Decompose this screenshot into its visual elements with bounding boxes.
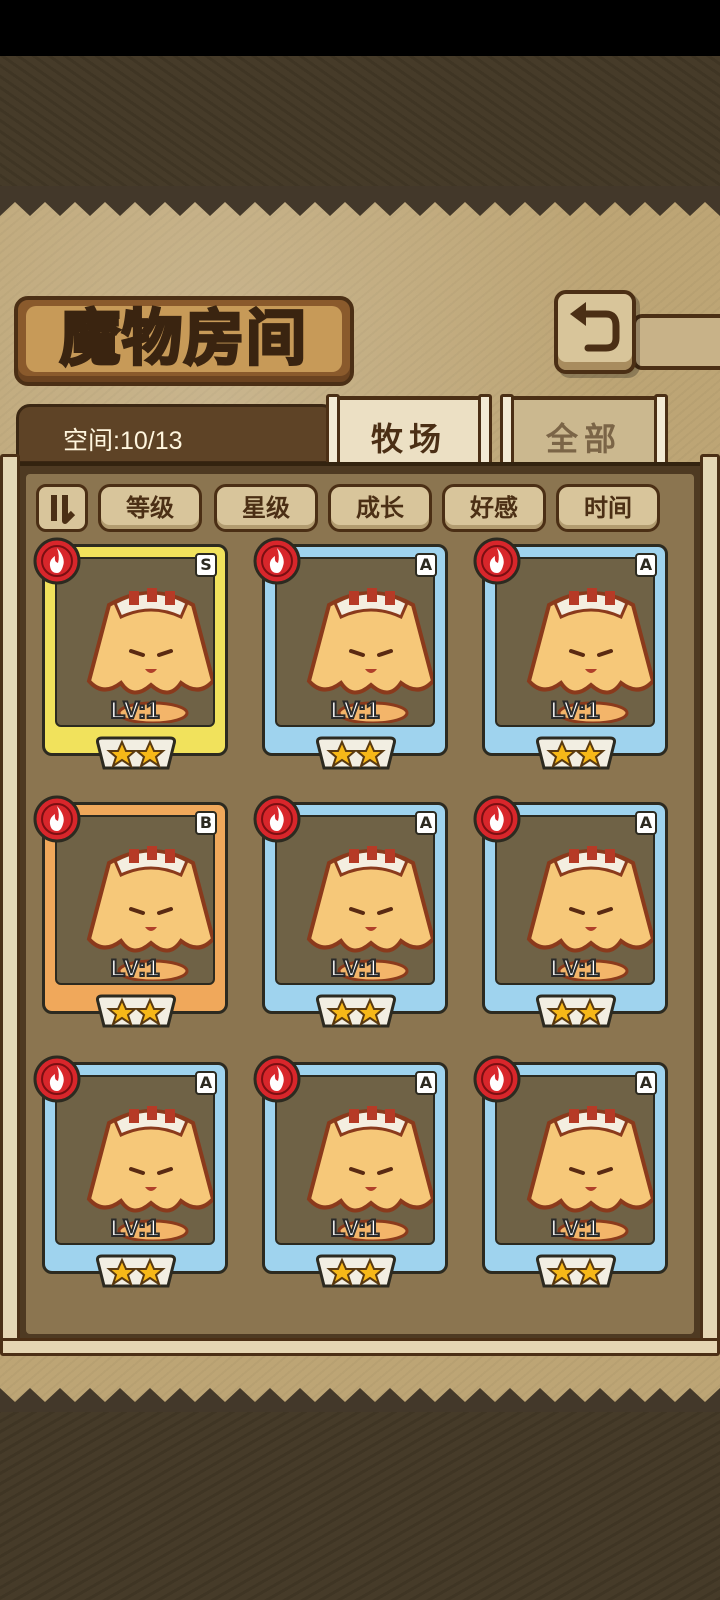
sort-by-growth-button[interactable]: 成长 — [328, 484, 432, 532]
star-rating — [536, 736, 616, 770]
fire-icon — [253, 537, 301, 585]
monster-card[interactable]: A LV:1 — [253, 537, 448, 778]
page-title: 魔物房间 — [59, 303, 308, 376]
sort-by-level-button[interactable]: 等级 — [98, 484, 202, 532]
rank-badge: B — [195, 811, 217, 835]
rail-right — [700, 454, 720, 1350]
level-label: LV:1 — [550, 696, 601, 725]
monster-card[interactable]: A LV:1 — [33, 1055, 228, 1296]
rank-badge: A — [415, 811, 437, 835]
level-label: LV:1 — [330, 1214, 381, 1243]
back-button[interactable] — [554, 290, 636, 374]
return-arrow-icon — [570, 302, 620, 352]
monster-card[interactable]: A LV:1 — [473, 795, 668, 1036]
monster-card[interactable]: A LV:1 — [253, 795, 448, 1036]
capacity-bar: 空间:10/13 — [16, 404, 336, 464]
map-background-top — [0, 56, 720, 188]
fire-icon — [33, 1055, 81, 1103]
tab-ranch[interactable]: 牧场 — [326, 394, 492, 470]
rank-badge: A — [195, 1071, 217, 1095]
monster-card[interactable]: S LV:1 — [33, 537, 228, 778]
tab-ranch-label: 牧场 — [370, 420, 447, 458]
level-label: LV:1 — [110, 1214, 161, 1243]
level-label: LV:1 — [330, 954, 381, 983]
sort-by-time-button[interactable]: 时间 — [556, 484, 660, 532]
rank-badge: A — [635, 553, 657, 577]
fire-icon — [253, 1055, 301, 1103]
rank-badge: A — [415, 553, 437, 577]
back-rail — [632, 314, 720, 370]
monster-card[interactable]: A LV:1 — [253, 1055, 448, 1296]
star-rating — [536, 994, 616, 1028]
torn-edge-top — [0, 186, 720, 216]
rank-badge: A — [415, 1071, 437, 1095]
star-rating — [316, 736, 396, 770]
level-label: LV:1 — [550, 1214, 601, 1243]
star-rating — [96, 1254, 176, 1288]
tab-all-label: 全部 — [545, 420, 622, 458]
fire-icon — [473, 1055, 521, 1103]
level-label: LV:1 — [330, 696, 381, 725]
capacity-text: 空间:10/13 — [63, 427, 183, 455]
star-rating — [96, 994, 176, 1028]
sort-order-toggle[interactable] — [36, 484, 88, 532]
fire-icon — [473, 537, 521, 585]
tab-all[interactable]: 全部 — [500, 394, 668, 470]
rank-badge: A — [635, 1071, 657, 1095]
rank-badge: A — [635, 811, 657, 835]
sort-order-icon — [51, 495, 76, 524]
fire-icon — [33, 795, 81, 843]
fire-icon — [33, 537, 81, 585]
rail-bottom — [0, 1338, 720, 1356]
monster-card[interactable]: B LV:1 — [33, 795, 228, 1036]
fire-icon — [253, 795, 301, 843]
star-rating — [316, 994, 396, 1028]
star-rating — [536, 1254, 616, 1288]
map-background-bottom — [0, 1412, 720, 1600]
level-label: LV:1 — [110, 696, 161, 725]
sort-by-star-button[interactable]: 星级 — [214, 484, 318, 532]
star-rating — [96, 736, 176, 770]
monster-card[interactable]: A LV:1 — [473, 537, 668, 778]
status-bar — [0, 0, 720, 56]
rank-badge: S — [195, 553, 217, 577]
title-plate: 魔物房间 — [14, 296, 354, 386]
monster-card[interactable]: A LV:1 — [473, 1055, 668, 1296]
rail-left — [0, 454, 20, 1350]
fire-icon — [473, 795, 521, 843]
level-label: LV:1 — [550, 954, 601, 983]
star-rating — [316, 1254, 396, 1288]
sort-by-affinity-button[interactable]: 好感 — [442, 484, 546, 532]
level-label: LV:1 — [110, 954, 161, 983]
